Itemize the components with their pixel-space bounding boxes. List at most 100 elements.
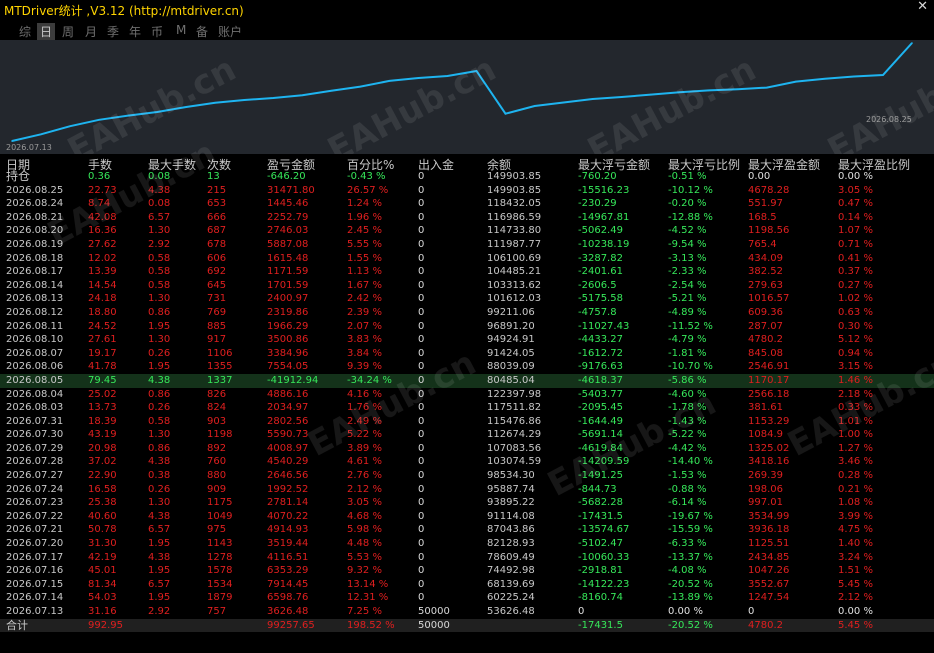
table-row[interactable]: 2026.07.14 54.03 1.95 1879 6598.76 12.31 % 0 60… xyxy=(0,591,934,605)
balance-point xyxy=(882,74,884,76)
tab-4[interactable]: 季 xyxy=(107,23,119,40)
cell-max-dd-amt: -2918.81 xyxy=(578,565,623,577)
tab-7[interactable]: M xyxy=(176,23,186,37)
table-row[interactable]: 2026.08.05 79.45 4.38 1337 -41912.94 -34.24 %… xyxy=(0,373,934,388)
tab-0[interactable]: 综 xyxy=(19,23,31,40)
table-row[interactable]: 2026.08.18 12.02 0.58 606 1615.48 1.55 % 0 1061… xyxy=(0,252,934,266)
cell-max-fp-amt: 4780.2 xyxy=(748,334,783,346)
cell-max-fp-pct: 3.24 % xyxy=(838,551,873,563)
tab-9[interactable]: 账户 xyxy=(218,23,242,40)
cell-max-dd-amt: -4618.37 xyxy=(578,374,623,386)
cell-max-dd-amt: -9176.63 xyxy=(578,361,623,373)
table-row[interactable]: 2026.08.04 25.02 0.86 826 4886.16 4.16 % 0 1223… xyxy=(0,388,934,402)
cell-max-dd-pct: -4.89 % xyxy=(668,306,707,318)
cell-max-dd-amt: -2095.45 xyxy=(578,402,623,414)
cell-date: 2026.08.06 xyxy=(6,361,64,373)
table-row[interactable]: 2026.07.24 16.58 0.26 909 1992.52 2.12 % 0 9588… xyxy=(0,483,934,497)
tab-2[interactable]: 周 xyxy=(62,23,74,40)
table-row[interactable]: 2026.08.11 24.52 1.95 885 1966.29 2.07 % 0 9689… xyxy=(0,320,934,334)
table-row[interactable]: 2026.08.06 41.78 1.95 1355 7554.05 9.39 % 0 880… xyxy=(0,360,934,374)
total-row[interactable]: 合计 992.95 99257.65 198.52 % 50000 -17431.5 -20… xyxy=(0,618,934,633)
table-row[interactable]: 2026.08.21 42.08 6.57 666 2252.79 1.96 % 0 1169… xyxy=(0,211,934,225)
table-row[interactable]: 2026.08.19 27.62 2.92 678 5887.08 5.55 % 0 1119… xyxy=(0,238,934,252)
table-row[interactable]: 2026.08.07 19.17 0.26 1106 3384.96 3.84 % 0 914… xyxy=(0,347,934,361)
cell-max-lots: 2.92 xyxy=(148,238,171,250)
cell-pct: 9.39 % xyxy=(347,361,382,373)
cell-max-fp-pct: 3.05 % xyxy=(838,184,873,196)
cell-pct: 5.55 % xyxy=(347,238,382,250)
cell-count: 903 xyxy=(207,415,227,427)
table-row[interactable]: 2026.07.31 18.39 0.58 903 2802.56 2.49 % 0 1154… xyxy=(0,415,934,429)
table-row[interactable]: 2026.07.15 81.34 6.57 1534 7914.45 13.14 % 0 68… xyxy=(0,578,934,592)
tab-1[interactable]: 日 xyxy=(37,23,56,40)
table-row[interactable]: 2026.07.30 43.19 1.30 1198 5590.73 5.22 % 0 112… xyxy=(0,428,934,442)
cell-lots: 27.62 xyxy=(88,238,117,250)
cell-date: 2026.07.13 xyxy=(6,606,64,617)
cell-max-dd-amt: -3287.82 xyxy=(578,252,623,264)
cell-pct: 1.24 % xyxy=(347,198,382,210)
cell-max-fp-pct: 5.45 % xyxy=(838,619,873,631)
cell-count: 215 xyxy=(207,184,227,196)
cell-lots: 8.74 xyxy=(88,198,111,210)
table-row[interactable]: 2026.07.22 40.60 4.38 1049 4070.22 4.68 % 0 911… xyxy=(0,510,934,524)
cell-max-fp-pct: 0.28 % xyxy=(838,470,873,482)
cell-flow: 0 xyxy=(418,279,425,291)
cell-date: 2026.07.22 xyxy=(6,510,64,522)
tab-5[interactable]: 年 xyxy=(129,23,141,40)
table-row[interactable]: 2026.08.03 13.73 0.26 824 2034.97 1.76 % 0 1175… xyxy=(0,401,934,415)
cell-balance: 107083.56 xyxy=(487,442,542,454)
cell-max-dd-amt: -17431.5 xyxy=(578,510,623,522)
cell-pnl: 6598.76 xyxy=(267,592,309,604)
cell-max-fp-pct: 1.02 % xyxy=(838,293,873,305)
tab-6[interactable]: 币 xyxy=(151,23,163,40)
cell-pnl: 2781.14 xyxy=(267,497,309,509)
cell-pct: 2.42 % xyxy=(347,293,382,305)
table-row[interactable]: 2026.07.21 50.78 6.57 975 4914.93 5.98 % 0 8704… xyxy=(0,523,934,537)
cell-balance: 103313.62 xyxy=(487,279,542,291)
table-row[interactable]: 2026.07.28 37.02 4.38 760 4540.29 4.61 % 0 1030… xyxy=(0,455,934,469)
cell-max-fp-pct: 0.00 % xyxy=(838,171,873,182)
cell-max-fp-amt: 434.09 xyxy=(748,252,783,264)
table-row[interactable]: 2026.08.20 16.36 1.30 687 2746.03 2.45 % 0 1147… xyxy=(0,224,934,238)
cell-flow: 0 xyxy=(418,198,425,210)
cell-count: 1278 xyxy=(207,551,233,563)
table-row[interactable]: 2026.08.24 8.74 0.08 653 1445.46 1.24 % 0 11843… xyxy=(0,197,934,211)
cell-pct: -0.43 % xyxy=(347,171,386,182)
table-header: 日期 手数 最大手数 次数 盈亏金额 百分比% 出入金 余额 最大浮亏金额 最大浮亏比例 最大浮盈金… xyxy=(0,154,934,172)
table-row[interactable]: 2026.07.27 22.90 0.38 880 2646.56 2.76 % 0 9853… xyxy=(0,469,934,483)
close-icon[interactable]: ✕ xyxy=(917,0,928,14)
table-row[interactable]: 2026.07.29 20.98 0.86 892 4008.97 3.89 % 0 1070… xyxy=(0,442,934,456)
table-row[interactable]: 2026.08.17 13.39 0.58 692 1171.59 1.13 % 0 1044… xyxy=(0,265,934,279)
cell-balance: 74492.98 xyxy=(487,565,535,577)
cell-pnl: 3384.96 xyxy=(267,347,309,359)
cell-date: 2026.08.20 xyxy=(6,225,64,237)
cell-max-dd-pct: -10.12 % xyxy=(668,184,713,196)
table-row[interactable]: 2026.07.16 45.01 1.95 1578 6353.29 9.32 % 0 744… xyxy=(0,564,934,578)
tab-3[interactable]: 月 xyxy=(85,23,97,40)
cell-max-lots: 0.58 xyxy=(148,279,171,291)
cell-max-lots: 6.57 xyxy=(148,578,171,590)
balance-chart: 2026.07.13 2026.08.25 EAHub.cn EAHub.cn E… xyxy=(0,40,934,171)
table-row[interactable]: 2026.07.17 42.19 4.38 1278 4116.51 5.53 % 0 786… xyxy=(0,551,934,565)
cell-max-fp-amt: 3418.16 xyxy=(748,456,790,468)
cell-max-dd-amt: -10238.19 xyxy=(578,238,630,250)
tab-8[interactable]: 备 xyxy=(196,23,208,40)
cell-flow: 0 xyxy=(418,538,425,550)
cell-max-fp-amt: 1325.02 xyxy=(748,442,790,454)
table-row[interactable]: 2026.08.25 22.73 4.38 215 31471.80 26.57 % 0 14… xyxy=(0,184,934,198)
cell-max-fp-pct: 1.08 % xyxy=(838,497,873,509)
table-row[interactable]: 2026.08.13 24.18 1.30 731 2400.97 2.42 % 0 1016… xyxy=(0,292,934,306)
cell-max-fp-amt: 1170.17 xyxy=(748,374,790,386)
cell-lots: 24.18 xyxy=(88,293,117,305)
cell-balance: 94924.91 xyxy=(487,334,535,346)
cell-pnl: 31471.80 xyxy=(267,184,315,196)
cell-max-dd-pct: -4.60 % xyxy=(668,388,707,400)
table-row[interactable]: 2026.08.12 18.80 0.86 769 2319.86 2.39 % 0 9921… xyxy=(0,306,934,320)
table-row[interactable]: 2026.07.13 31.16 2.92 757 3626.48 7.25 % 50000… xyxy=(0,605,934,619)
table-row[interactable]: 2026.07.23 25.38 1.30 1175 2781.14 3.05 % 0 938… xyxy=(0,496,934,510)
table-row[interactable]: 2026.07.20 31.30 1.95 1143 3519.44 4.48 % 0 821… xyxy=(0,537,934,551)
cell-pnl: 7554.05 xyxy=(267,361,309,373)
table-row[interactable]: 2026.08.10 27.61 1.30 917 3500.86 3.83 % 0 9492… xyxy=(0,333,934,347)
table-row[interactable]: 2026.08.14 14.54 0.58 645 1701.59 1.67 % 0 1033… xyxy=(0,279,934,293)
holding-row[interactable]: 持仓 0.36 0.08 13 -646.20 -0.43 % 0 149903.85 -760… xyxy=(0,169,934,184)
